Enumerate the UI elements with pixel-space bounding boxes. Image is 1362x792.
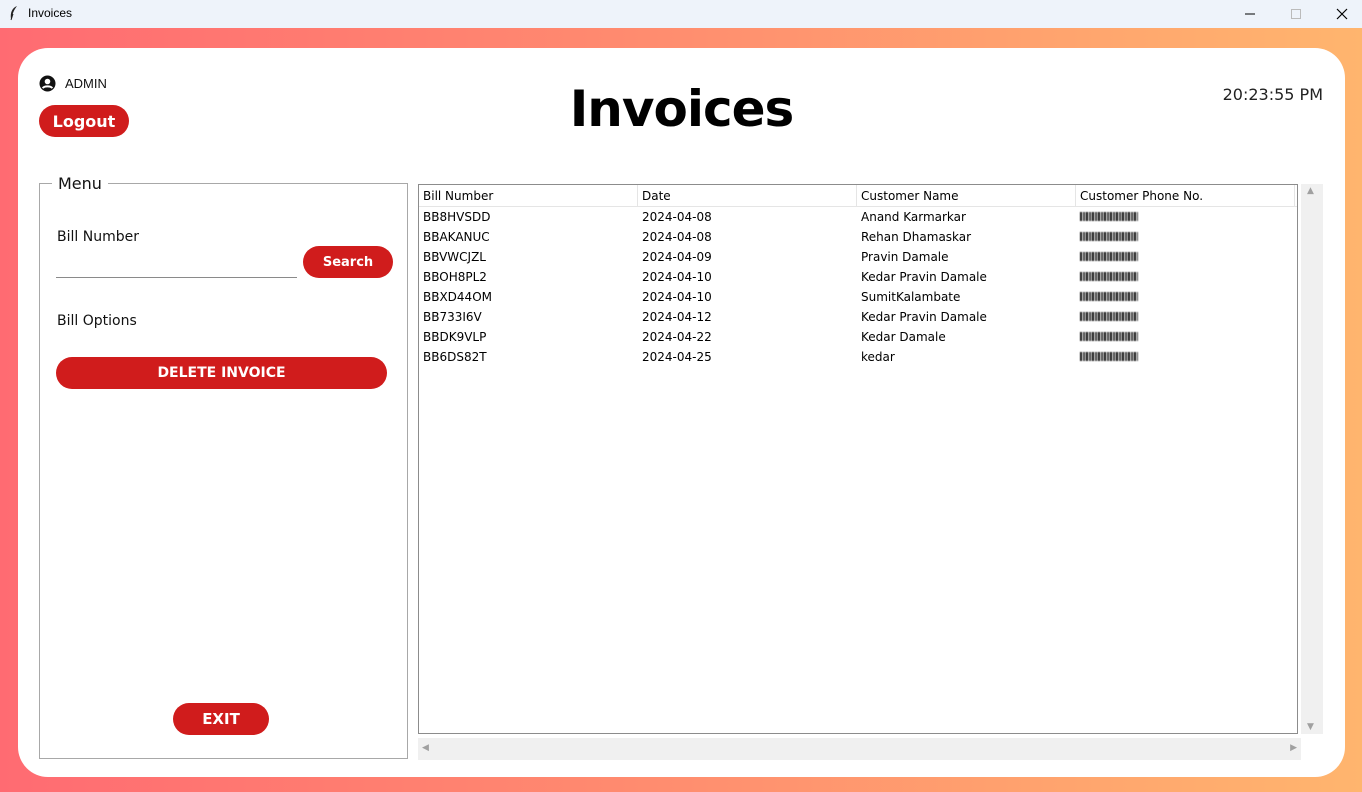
- cell-bill-number: BB8HVSDD: [423, 210, 491, 224]
- table-header: Bill Number Date Customer Name Customer …: [419, 185, 1297, 207]
- redacted-phone: [1080, 252, 1138, 261]
- scroll-down-icon[interactable]: ▼: [1307, 722, 1314, 732]
- bill-options-label: Bill Options: [57, 313, 137, 329]
- cell-bill-number: BB733I6V: [423, 310, 482, 324]
- cell-customer-phone: [1076, 287, 1295, 307]
- column-header-bill-number[interactable]: Bill Number: [419, 185, 638, 206]
- cell-customer-phone: [1076, 347, 1295, 367]
- cell-date: 2024-04-10: [642, 290, 712, 304]
- cell-bill-number: BB6DS82T: [423, 350, 487, 364]
- cell-bill-number: BBDK9VLP: [423, 330, 487, 344]
- search-button[interactable]: Search: [303, 246, 393, 278]
- vertical-scrollbar[interactable]: ▲ ▼: [1301, 184, 1323, 734]
- maximize-icon: [1291, 9, 1301, 19]
- horizontal-scrollbar[interactable]: ◀ ▶: [418, 738, 1301, 760]
- column-header-customer-name[interactable]: Customer Name: [857, 185, 1076, 206]
- table-row[interactable]: BB733I6V 2024-04-12 Kedar Pravin Damale: [419, 307, 1297, 327]
- cell-customer-phone: [1076, 307, 1295, 327]
- close-button[interactable]: [1319, 0, 1362, 28]
- invoice-table: Bill Number Date Customer Name Customer …: [418, 184, 1298, 734]
- cell-bill-number: BBOH8PL2: [423, 270, 487, 284]
- cell-customer-phone: [1076, 327, 1295, 347]
- minimize-button[interactable]: [1227, 0, 1273, 28]
- redacted-phone: [1080, 272, 1138, 281]
- window-title: Invoices: [28, 6, 73, 20]
- cell-customer-name: kedar: [861, 350, 895, 364]
- exit-button[interactable]: EXIT: [173, 703, 269, 735]
- table-row[interactable]: BBOH8PL2 2024-04-10 Kedar Pravin Damale: [419, 267, 1297, 287]
- cell-date: 2024-04-10: [642, 270, 712, 284]
- cell-bill-number: BBXD44OM: [423, 290, 492, 304]
- delete-invoice-button[interactable]: DELETE INVOICE: [56, 357, 387, 389]
- cell-customer-name: Pravin Damale: [861, 250, 949, 264]
- close-icon: [1336, 8, 1348, 20]
- cell-customer-phone: [1076, 247, 1295, 267]
- window-titlebar: Invoices: [0, 0, 1362, 28]
- scroll-up-icon[interactable]: ▲: [1307, 186, 1314, 196]
- menu-panel: Menu Bill Number Search Bill Options DEL…: [39, 174, 408, 759]
- cell-date: 2024-04-08: [642, 210, 712, 224]
- cell-customer-name: Anand Karmarkar: [861, 210, 966, 224]
- redacted-phone: [1080, 352, 1138, 361]
- table-row[interactable]: BB6DS82T 2024-04-25 kedar: [419, 347, 1297, 367]
- cell-customer-name: Rehan Dhamaskar: [861, 230, 972, 244]
- column-header-customer-phone[interactable]: Customer Phone No.: [1076, 185, 1295, 206]
- cell-date: 2024-04-25: [642, 350, 712, 364]
- maximize-button[interactable]: [1273, 0, 1319, 28]
- cell-date: 2024-04-09: [642, 250, 712, 264]
- cell-date: 2024-04-08: [642, 230, 712, 244]
- redacted-phone: [1080, 292, 1138, 301]
- cell-customer-name: Kedar Damale: [861, 330, 946, 344]
- column-header-date[interactable]: Date: [638, 185, 857, 206]
- menu-legend: Menu: [52, 174, 108, 193]
- cell-date: 2024-04-12: [642, 310, 712, 324]
- table-row[interactable]: BB8HVSDD 2024-04-08 Anand Karmarkar: [419, 207, 1297, 227]
- cell-bill-number: BBAKANUC: [423, 230, 490, 244]
- redacted-phone: [1080, 312, 1138, 321]
- feather-icon: [10, 6, 17, 21]
- cell-customer-name: SumitKalambate: [861, 290, 961, 304]
- cell-date: 2024-04-22: [642, 330, 712, 344]
- redacted-phone: [1080, 212, 1138, 221]
- bill-number-input[interactable]: [56, 252, 297, 278]
- main-card: ADMIN Logout Invoices 20:23:55 PM Menu B…: [18, 48, 1345, 777]
- scroll-left-icon[interactable]: ◀: [422, 743, 429, 753]
- cell-customer-phone: [1076, 267, 1295, 287]
- table-row[interactable]: BBDK9VLP 2024-04-22 Kedar Damale: [419, 327, 1297, 347]
- page-title: Invoices: [569, 80, 795, 138]
- cell-bill-number: BBVWCJZL: [423, 250, 486, 264]
- cell-customer-name: Kedar Pravin Damale: [861, 310, 987, 324]
- scroll-right-icon[interactable]: ▶: [1290, 743, 1297, 753]
- table-row[interactable]: BBXD44OM 2024-04-10 SumitKalambate: [419, 287, 1297, 307]
- bill-number-label: Bill Number: [57, 229, 139, 245]
- cell-customer-phone: [1076, 227, 1295, 247]
- table-row[interactable]: BBVWCJZL 2024-04-09 Pravin Damale: [419, 247, 1297, 267]
- minimize-icon: [1245, 13, 1255, 15]
- table-row[interactable]: BBAKANUC 2024-04-08 Rehan Dhamaskar: [419, 227, 1297, 247]
- table-body: BB8HVSDD 2024-04-08 Anand Karmarkar BBAKANU…: [419, 207, 1297, 367]
- redacted-phone: [1080, 332, 1138, 341]
- cell-customer-name: Kedar Pravin Damale: [861, 270, 987, 284]
- cell-customer-phone: [1076, 207, 1295, 227]
- clock: 20:23:55 PM: [1222, 85, 1323, 104]
- redacted-phone: [1080, 232, 1138, 241]
